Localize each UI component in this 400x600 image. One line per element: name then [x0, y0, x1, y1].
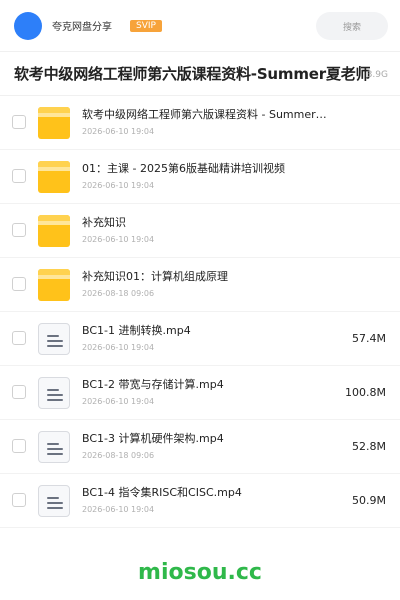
folder-header: 软考中级网络工程师第六版课程资料-Summer夏老师 3.9G: [0, 52, 400, 96]
file-info: 软考中级网络工程师第六版课程资料 - Summer… 2026-06-10 19:…: [82, 108, 327, 137]
file-size: 52.8M: [352, 440, 386, 453]
search-button[interactable]: 搜索: [316, 12, 388, 40]
file-doc-icon: [38, 485, 70, 517]
file-name[interactable]: BC1-1 进制转换.mp4: [82, 324, 327, 338]
file-date: 2026-06-10 19:04: [82, 397, 155, 406]
file-row[interactable]: BC1-3 计算机硬件架构.mp4 2026-08-18 09:06 52.8M: [0, 420, 400, 474]
file-name[interactable]: BC1-2 带宽与存储计算.mp4: [82, 378, 327, 392]
file-info: 补充知识01：计算机组成原理 2026-08-18 09:06: [82, 270, 327, 299]
file-date: 2026-06-10 19:04: [82, 181, 155, 190]
row-checkbox[interactable]: [12, 439, 26, 453]
file-row[interactable]: BC1-1 进制转换.mp4 2026-06-10 19:04 57.4M: [0, 312, 400, 366]
file-list: 软考中级网络工程师第六版课程资料 - Summer… 2026-06-10 19:…: [0, 96, 400, 528]
file-row[interactable]: BC1-4 指令集RISC和CISC.mp4 2026-06-10 19:04 50…: [0, 474, 400, 528]
file-doc-icon: [38, 377, 70, 409]
row-checkbox[interactable]: [12, 277, 26, 291]
file-size: 100.8M: [345, 386, 386, 399]
file-size: 57.4M: [352, 332, 386, 345]
top-bar: 夸克网盘分享 SVIP 搜索: [0, 0, 400, 52]
row-checkbox[interactable]: [12, 223, 26, 237]
file-name[interactable]: 软考中级网络工程师第六版课程资料 - Summer…: [82, 108, 327, 122]
file-name[interactable]: BC1-4 指令集RISC和CISC.mp4: [82, 486, 327, 500]
row-checkbox[interactable]: [12, 385, 26, 399]
file-row[interactable]: 补充知识 2026-06-10 19:04: [0, 204, 400, 258]
user-name: 夸克网盘分享: [52, 22, 112, 33]
file-name[interactable]: 补充知识01：计算机组成原理: [82, 270, 327, 284]
row-checkbox[interactable]: [12, 493, 26, 507]
folder-icon: [38, 107, 70, 139]
page-title: 软考中级网络工程师第六版课程资料-Summer夏老师: [14, 65, 370, 83]
file-info: BC1-4 指令集RISC和CISC.mp4 2026-06-10 19:04: [82, 486, 327, 515]
row-checkbox[interactable]: [12, 115, 26, 129]
file-date: 2026-06-10 19:04: [82, 505, 155, 514]
svip-badge: SVIP: [130, 19, 162, 32]
file-info: BC1-3 计算机硬件架构.mp4 2026-08-18 09:06: [82, 432, 327, 461]
file-date: 2026-06-10 19:04: [82, 127, 155, 136]
folder-icon: [38, 215, 70, 247]
file-info: BC1-1 进制转换.mp4 2026-06-10 19:04: [82, 324, 327, 353]
file-name[interactable]: 补充知识: [82, 216, 327, 230]
total-size: 3.9G: [366, 70, 388, 80]
file-date: 2026-08-18 09:06: [82, 289, 155, 298]
file-row[interactable]: 01：主课 - 2025第6版基础精讲培训视频 2026-06-10 19:04: [0, 150, 400, 204]
folder-icon: [38, 269, 70, 301]
file-date: 2026-08-18 09:06: [82, 451, 155, 460]
file-name[interactable]: BC1-3 计算机硬件架构.mp4: [82, 432, 327, 446]
file-size: 50.9M: [352, 494, 386, 507]
file-date: 2026-06-10 19:04: [82, 343, 155, 352]
row-checkbox[interactable]: [12, 331, 26, 345]
file-info: BC1-2 带宽与存储计算.mp4 2026-06-10 19:04: [82, 378, 327, 407]
file-date: 2026-06-10 19:04: [82, 235, 155, 244]
file-doc-icon: [38, 323, 70, 355]
file-doc-icon: [38, 431, 70, 463]
file-row[interactable]: BC1-2 带宽与存储计算.mp4 2026-06-10 19:04 100.8M: [0, 366, 400, 420]
folder-icon: [38, 161, 70, 193]
file-info: 补充知识 2026-06-10 19:04: [82, 216, 327, 245]
watermark: miosou.cc: [138, 560, 262, 585]
file-info: 01：主课 - 2025第6版基础精讲培训视频 2026-06-10 19:04: [82, 162, 327, 191]
avatar[interactable]: [14, 11, 42, 40]
file-row[interactable]: 软考中级网络工程师第六版课程资料 - Summer… 2026-06-10 19:…: [0, 96, 400, 150]
row-checkbox[interactable]: [12, 169, 26, 183]
file-name[interactable]: 01：主课 - 2025第6版基础精讲培训视频: [82, 162, 327, 176]
file-row[interactable]: 补充知识01：计算机组成原理 2026-08-18 09:06: [0, 258, 400, 312]
